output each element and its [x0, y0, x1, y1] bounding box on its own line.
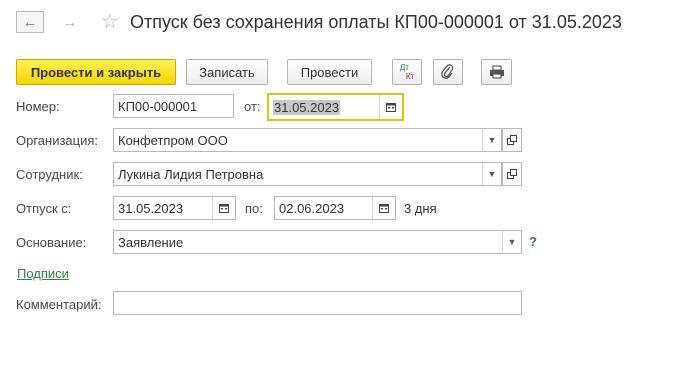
employee-label: Сотрудник:	[16, 167, 83, 182]
calendar-icon	[379, 204, 389, 213]
arrow-left-icon: ←	[22, 13, 38, 31]
number-field[interactable]: КП00-000001	[113, 94, 234, 118]
calendar-icon	[386, 103, 396, 112]
basis-dropdown-button[interactable]: ▼	[502, 231, 521, 253]
page-title: Отпуск без сохранения оплаты КП00-000001…	[130, 12, 622, 32]
number-label: Номер:	[16, 99, 60, 114]
organization-field[interactable]: Конфетпром ООО ▼	[113, 128, 502, 152]
forward-button[interactable]: →	[56, 11, 84, 33]
calendar-icon	[219, 204, 229, 213]
leave-to-label: по:	[245, 201, 263, 216]
organization-label: Организация:	[16, 133, 99, 148]
favorite-star-button[interactable]: ☆	[101, 9, 119, 34]
organization-dropdown-button[interactable]: ▼	[482, 129, 501, 151]
attach-button[interactable]	[433, 59, 463, 85]
employee-dropdown-button[interactable]: ▼	[482, 163, 501, 185]
leave-end-date-field[interactable]: 02.06.2023	[274, 196, 396, 220]
document-date-calendar-button[interactable]	[379, 95, 402, 119]
organization-open-button[interactable]	[502, 128, 522, 152]
signatures-link[interactable]: Подписи	[17, 266, 69, 281]
leave-start-date-field[interactable]: 31.05.2023	[113, 196, 236, 220]
back-button[interactable]: ←	[16, 11, 44, 33]
chevron-down-icon: ▼	[487, 135, 497, 145]
post-and-close-button[interactable]: Провести и закрыть	[16, 59, 176, 85]
leave-duration: 3 дня	[404, 201, 437, 216]
document-date-field[interactable]: 31.05.2023	[267, 93, 404, 121]
arrow-right-icon: →	[62, 13, 78, 31]
date-from-label: от:	[244, 99, 261, 114]
save-button[interactable]: Записать	[186, 59, 268, 85]
star-icon: ☆	[101, 11, 119, 33]
open-form-icon	[507, 169, 517, 179]
basis-field[interactable]: Заявление ▼	[113, 230, 522, 254]
dtkt-button[interactable]: Дт Кт	[392, 59, 422, 85]
leave-from-label: Отпуск с:	[16, 201, 72, 216]
printer-icon	[489, 65, 504, 79]
open-form-icon	[507, 135, 517, 145]
dtkt-icon: Дт Кт	[399, 63, 415, 81]
leave-start-calendar-button[interactable]	[212, 197, 235, 219]
print-button[interactable]	[481, 59, 512, 85]
post-button[interactable]: Провести	[287, 59, 372, 85]
employee-field[interactable]: Лукина Лидия Петровна ▼	[113, 162, 502, 186]
basis-label: Основание:	[16, 235, 87, 250]
chevron-down-icon: ▼	[507, 237, 517, 247]
leave-end-calendar-button[interactable]	[372, 197, 395, 219]
chevron-down-icon: ▼	[487, 169, 497, 179]
employee-open-button[interactable]	[502, 162, 522, 186]
comment-label: Комментарий:	[16, 297, 102, 312]
paperclip-icon	[441, 64, 454, 79]
basis-help-button[interactable]: ?	[529, 234, 537, 249]
comment-field[interactable]	[113, 291, 522, 315]
